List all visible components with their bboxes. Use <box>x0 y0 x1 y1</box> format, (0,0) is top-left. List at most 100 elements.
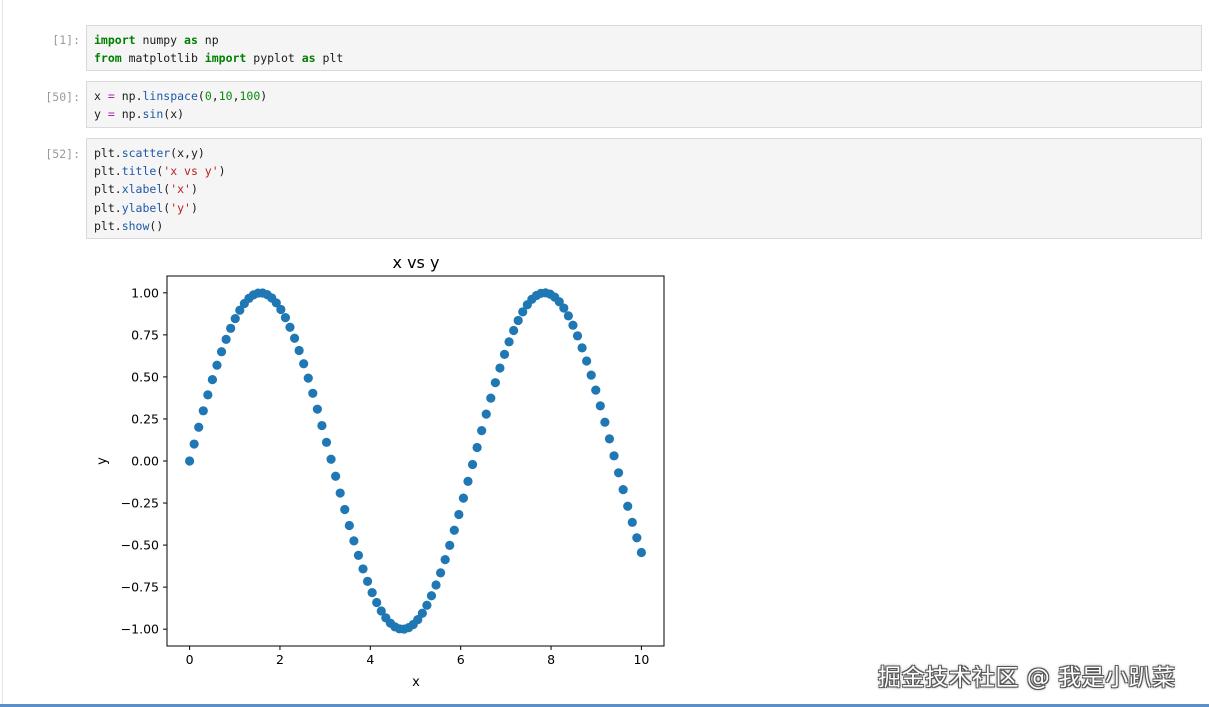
x-tick-label: 4 <box>366 652 374 667</box>
code-token: import <box>94 33 136 47</box>
code-text[interactable]: x = np.linspace(0,10,100) y = np.sin(x) <box>94 87 267 123</box>
scatter-point <box>600 417 610 427</box>
code-line: plt.show() <box>94 217 226 235</box>
scatter-point <box>595 401 605 411</box>
code-token: scatter <box>121 146 171 160</box>
scatter-point <box>582 356 592 366</box>
scatter-point <box>212 360 222 370</box>
code-token: plt. <box>94 164 122 179</box>
scatter-point <box>203 390 213 400</box>
scatter-point <box>335 488 345 498</box>
scatter-point <box>436 568 446 578</box>
scatter-point <box>481 409 491 419</box>
scatter-point <box>627 517 637 527</box>
scatter-point <box>563 311 573 321</box>
scatter-point <box>472 442 482 453</box>
scatter-point <box>636 547 647 558</box>
x-axis-ticks: 0 2 4 6 8 10 <box>186 646 649 667</box>
scatter-point <box>230 313 240 324</box>
scatter-point <box>463 476 473 486</box>
code-token: ) <box>218 164 226 179</box>
code-token: 10 <box>218 89 233 103</box>
scatter-chart: x vs y 1.00 0.75 0.50 0.25 0.00 −0.25 −0.50 −0.… <box>95 253 665 690</box>
y-tick-label: 0.50 <box>131 369 159 384</box>
y-tick-label: 0.00 <box>131 454 159 469</box>
scatter-point <box>632 533 642 543</box>
code-token: pyplot <box>246 51 302 66</box>
scatter-point <box>189 439 199 449</box>
scatter-point <box>559 303 569 313</box>
scatter-point <box>499 349 510 359</box>
y-axis-label: y <box>95 457 110 465</box>
code-token: (x,y) <box>170 146 205 160</box>
code-token: sin <box>142 107 164 122</box>
code-token: 'x' <box>170 182 191 197</box>
scatter-point <box>577 343 587 353</box>
code-token: () <box>149 218 164 233</box>
code-line: plt.ylabel('y') <box>94 199 226 217</box>
scatter-point <box>440 555 450 565</box>
scatter-point <box>285 322 295 332</box>
scatter-point <box>568 320 578 330</box>
code-token: , <box>232 89 240 103</box>
scatter-point <box>372 597 382 608</box>
code-token: matplotlib <box>121 51 205 66</box>
x-axis-label: x <box>412 675 420 690</box>
scatter-point <box>326 454 336 464</box>
scatter-point <box>509 325 519 336</box>
code-token: 'y' <box>170 200 191 215</box>
code-token: = <box>107 107 115 122</box>
code-text[interactable]: plt.scatter(x,y) plt.title('x vs y') plt.x… <box>94 144 226 235</box>
scatter-point <box>609 451 619 461</box>
code-line: import numpy as np <box>94 31 343 49</box>
scatter-point <box>308 388 318 398</box>
scatter-point <box>613 468 624 478</box>
scatter-point <box>184 456 195 466</box>
code-input-area[interactable]: import numpy as np from matplotlib import… <box>86 25 1202 71</box>
code-input-area[interactable]: plt.scatter(x,y) plt.title('x vs y') plt.x… <box>86 138 1202 239</box>
scatter-point <box>226 323 236 333</box>
scatter-point <box>198 406 208 416</box>
scatter-point <box>445 540 455 550</box>
code-token: np. <box>114 107 143 122</box>
cell-prompt: [52]: <box>45 147 80 161</box>
code-token: xlabel <box>121 182 164 197</box>
plot-frame <box>166 275 665 647</box>
cell-prompt: [1]: <box>52 33 80 47</box>
scatter-point <box>623 501 633 511</box>
scatter-point <box>207 375 218 385</box>
scatter-point <box>495 363 505 373</box>
scatter-point <box>312 404 322 414</box>
scatter-point <box>340 504 350 515</box>
code-token: 0 <box>204 89 212 103</box>
scatter-point <box>353 550 364 560</box>
scatter-point <box>504 337 514 347</box>
scatter-point <box>289 333 300 343</box>
scatter-point <box>467 459 478 470</box>
scatter-point <box>604 434 615 444</box>
code-text[interactable]: import numpy as np from matplotlib import… <box>94 31 343 67</box>
code-token: from <box>94 51 122 66</box>
scatter-point <box>513 315 523 326</box>
code-token: 'x vs y' <box>163 164 219 179</box>
code-token: , <box>211 89 219 103</box>
scatter-point <box>303 373 313 383</box>
y-tick-label: −1.00 <box>121 622 159 637</box>
y-tick-label: 1.00 <box>131 285 159 300</box>
scatter-point <box>431 580 441 590</box>
code-token: ) <box>190 200 198 215</box>
code-token: as <box>184 33 198 47</box>
scatter-point <box>331 471 341 481</box>
code-token: np <box>197 33 219 47</box>
scatter-point <box>294 345 304 356</box>
y-tick-label: 0.25 <box>131 411 159 426</box>
code-token: plt. <box>94 182 122 197</box>
code-token: plt <box>315 51 344 66</box>
code-token: y <box>94 107 108 122</box>
scatter-point <box>358 564 368 574</box>
scatter-point <box>194 422 204 432</box>
scatter-point <box>426 591 437 601</box>
code-token: 100 <box>239 89 261 103</box>
code-input-area[interactable]: x = np.linspace(0,10,100) y = np.sin(x) <box>86 81 1202 128</box>
code-token: as <box>301 51 316 66</box>
